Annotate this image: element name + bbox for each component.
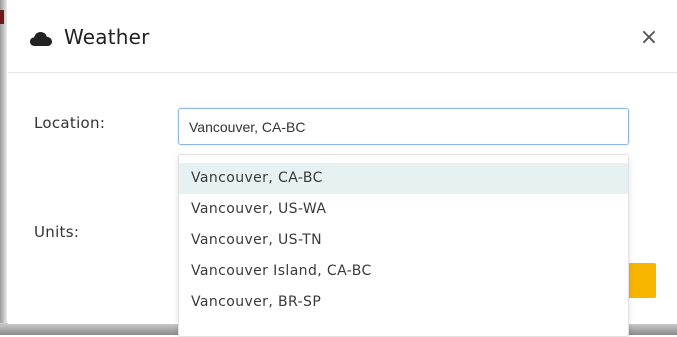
units-label: Units: [34,223,80,241]
screen: Weather × Location: Units: Vancouver, CA… [0,0,677,337]
dialog-title: Weather [64,25,150,49]
suggestion-item[interactable]: Vancouver, US-TN [179,225,628,256]
suggestion-item[interactable]: Vancouver, US-WA [179,194,628,225]
cloud-icon [30,32,52,46]
weather-dialog: Weather × Location: Units: Vancouver, CA… [8,6,677,337]
location-input[interactable] [178,108,629,145]
background-mark [0,10,4,24]
save-button[interactable] [629,263,656,298]
close-icon[interactable]: × [639,26,659,50]
suggestion-item[interactable]: Vancouver, BR-SP [179,287,628,318]
location-suggestions-dropdown: Vancouver, CA-BC Vancouver, US-WA Vancou… [178,154,629,337]
suggestion-item[interactable]: Vancouver, CA-BC [179,163,628,194]
dialog-header: Weather × [8,6,677,73]
location-label: Location: [34,114,106,132]
suggestion-item[interactable]: Vancouver Island, CA-BC [179,256,628,287]
background-edge-left [0,0,7,335]
